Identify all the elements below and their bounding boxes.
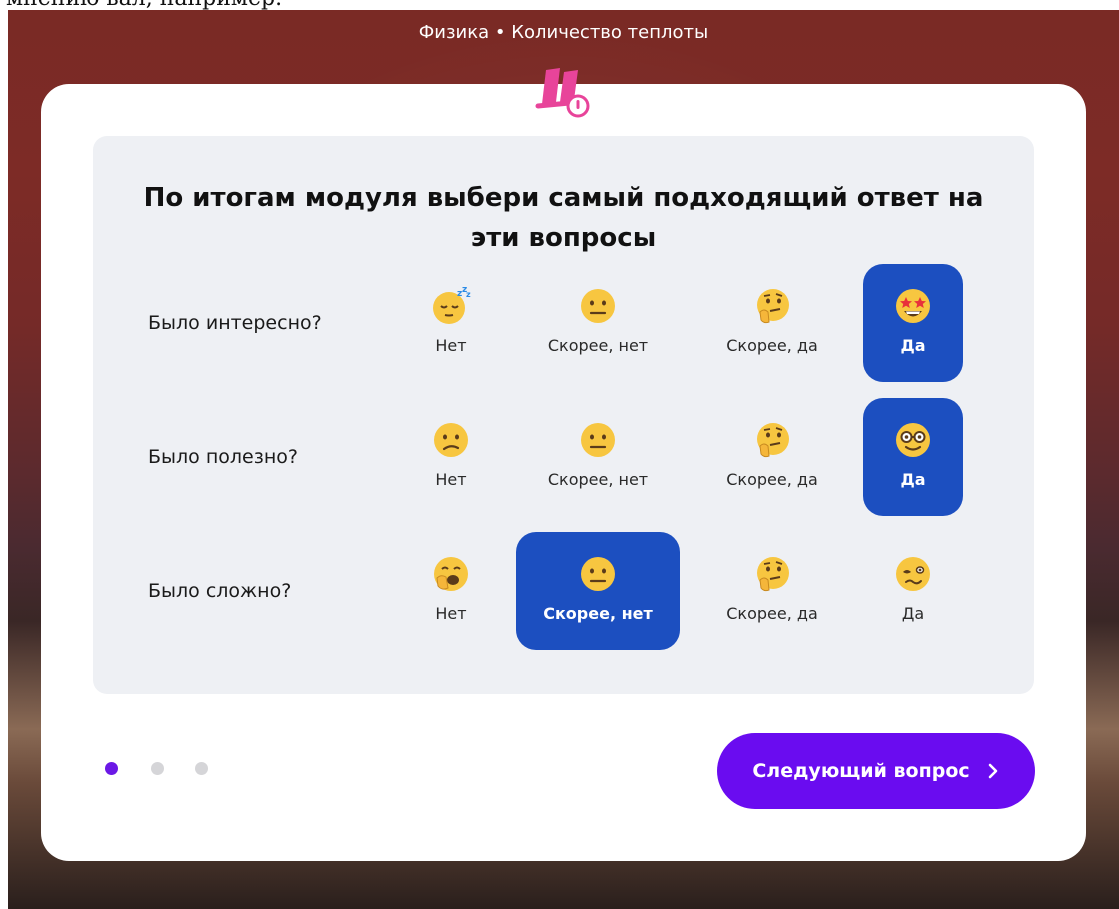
survey-card: По итогам модуля выбери самый подходящий… — [41, 84, 1086, 861]
next-button-label: Следующий вопрос — [752, 760, 970, 782]
thinking-face-icon — [752, 398, 792, 460]
pagination-dot-1[interactable] — [105, 762, 118, 775]
option-rather-yes[interactable]: Скорее, да — [710, 264, 834, 382]
option-label: Скорее, да — [726, 336, 818, 355]
option-label: Нет — [435, 470, 467, 489]
svg-text:z: z — [466, 290, 471, 299]
option-no[interactable]: Нет — [418, 398, 484, 516]
option-rather-no[interactable]: Скорее, нет — [516, 264, 680, 382]
thinking-face-icon — [752, 264, 792, 326]
option-label: Скорее, нет — [547, 470, 649, 489]
confused-face-icon — [431, 398, 471, 460]
option-label: Да — [900, 336, 926, 355]
option-rather-yes[interactable]: Скорее, да — [710, 398, 834, 516]
chevron-right-icon — [988, 763, 997, 779]
row-question: Было полезно? — [148, 446, 298, 468]
option-rather-yes[interactable]: Скорее, да — [710, 532, 834, 650]
question-title: По итогам модуля выбери самый подходящий… — [143, 183, 984, 253]
option-rather-no[interactable]: Скорее, нет — [516, 398, 680, 516]
option-label: Скорее, нет — [547, 336, 649, 355]
option-label: Нет — [435, 604, 467, 623]
app-stage: Физика • Количество теплоты По итогам мо… — [8, 10, 1119, 909]
clipped-text: мнению вал, например. — [6, 0, 282, 10]
option-yes[interactable]: Да — [863, 264, 963, 382]
star-struck-face-icon — [893, 264, 933, 326]
option-no[interactable]: Нет — [418, 532, 484, 650]
next-question-button[interactable]: Следующий вопрос — [717, 733, 1035, 809]
logo-icon — [535, 68, 590, 118]
option-label: Скорее, да — [726, 470, 818, 489]
option-label: Нет — [435, 336, 467, 355]
yawning-face-icon — [431, 532, 471, 594]
option-label: Да — [901, 604, 925, 623]
neutral-face-icon — [578, 398, 618, 460]
option-rather-no[interactable]: Скорее, нет — [516, 532, 680, 650]
option-no[interactable]: zzz Нет — [418, 264, 484, 382]
top-strip: мнению вал, например. — [0, 0, 1119, 10]
option-yes[interactable]: Да — [863, 532, 963, 650]
pagination-dot-2[interactable] — [151, 762, 164, 775]
pagination-dot-3[interactable] — [195, 762, 208, 775]
option-label: Да — [900, 470, 926, 489]
nerd-face-icon — [893, 398, 933, 460]
survey-row-interesting: Было интересно? zzz Нет Скорее, нет Скор… — [93, 264, 1034, 382]
option-label: Скорее, нет — [543, 604, 653, 623]
question-panel: По итогам модуля выбери самый подходящий… — [93, 136, 1034, 694]
thinking-face-icon — [752, 532, 792, 594]
row-question: Было интересно? — [148, 312, 322, 334]
sleepy-face-icon: zzz — [431, 264, 471, 326]
survey-row-difficult: Было сложно? Нет Скорее, нет Скорее, да … — [93, 532, 1034, 650]
option-label: Скорее, да — [726, 604, 818, 623]
option-yes[interactable]: Да — [863, 398, 963, 516]
row-question: Было сложно? — [148, 580, 292, 602]
survey-row-useful: Было полезно? Нет Скорее, нет Скорее, да… — [93, 398, 1034, 516]
breadcrumb: Физика • Количество теплоты — [418, 22, 709, 43]
neutral-face-icon — [578, 532, 618, 594]
neutral-face-icon — [578, 264, 618, 326]
woozy-face-icon — [893, 532, 933, 594]
